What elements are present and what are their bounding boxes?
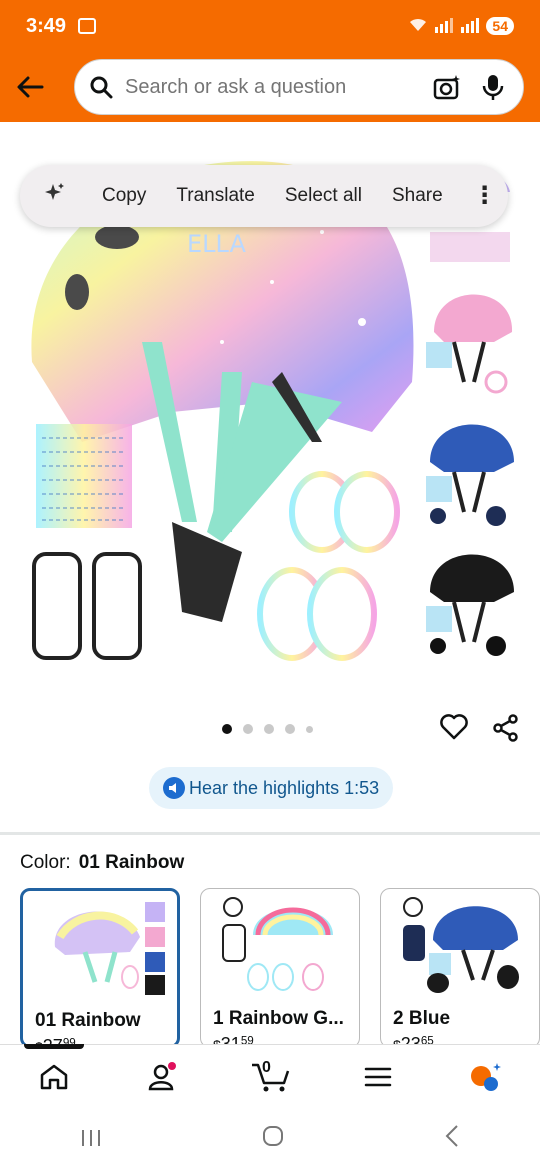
active-tab-indicator — [24, 1044, 84, 1049]
recent-apps-icon — [81, 1129, 100, 1146]
translate-menu-item[interactable]: Translate — [176, 185, 255, 207]
more-options-icon[interactable]: ⋮ — [473, 184, 497, 208]
hear-highlights-button[interactable]: Hear the highlights 1:53 — [149, 767, 394, 809]
hamburger-menu-icon — [364, 1067, 392, 1086]
home-circle-icon — [262, 1125, 283, 1146]
share-menu-item[interactable]: Share — [392, 185, 443, 207]
carousel-dot — [264, 724, 274, 734]
microphone-icon — [482, 75, 504, 100]
camera-lens-button[interactable] — [433, 73, 461, 101]
status-bar: 3:49 54 — [0, 0, 540, 52]
variant-name: 1 Rainbow G... — [213, 1008, 344, 1029]
voice-search-button[interactable] — [479, 73, 507, 101]
thumbnail-pink[interactable] — [424, 282, 516, 402]
back-button[interactable] — [12, 69, 48, 105]
ai-sparkle-icon[interactable] — [44, 182, 66, 210]
wishlist-button[interactable] — [440, 714, 468, 742]
search-icon — [90, 76, 113, 99]
audio-play-icon — [163, 777, 185, 799]
variant-name: 2 Blue — [393, 1008, 451, 1029]
signal-icon-2 — [460, 17, 480, 36]
color-selection-label: Color: 01 Rainbow — [20, 852, 184, 874]
variant-image — [222, 897, 333, 991]
carousel-dot — [222, 724, 232, 734]
search-header — [0, 52, 540, 122]
thumbnail-blue[interactable] — [424, 412, 516, 532]
bottom-navigation: 0 — [0, 1044, 540, 1108]
carousel-dot — [306, 725, 313, 733]
product-thumbnails — [424, 152, 516, 672]
back-arrow-icon — [17, 76, 44, 98]
variant-image — [54, 902, 165, 995]
carousel-dot — [243, 724, 253, 734]
status-icons: 54 — [408, 17, 514, 36]
highlights-label: Hear the highlights 1:53 — [189, 777, 380, 798]
system-back-button[interactable] — [444, 1124, 460, 1155]
nav-cart[interactable]: 0 — [240, 1053, 300, 1101]
system-navigation-bar — [0, 1108, 540, 1170]
account-icon — [148, 1061, 176, 1090]
helmet-name-text: ELLA — [187, 230, 246, 258]
variant-name: 01 Rainbow — [35, 1010, 141, 1031]
camera-icon — [433, 75, 460, 100]
wifi-icon — [408, 17, 428, 36]
thumbnail-black[interactable] — [424, 542, 516, 662]
nav-rufus-assistant[interactable] — [456, 1053, 516, 1101]
home-system-button[interactable] — [261, 1124, 285, 1155]
cart-count-badge: 0 — [262, 1058, 271, 1076]
share-button[interactable] — [492, 714, 520, 742]
assistant-chat-icon — [471, 1062, 501, 1091]
search-box[interactable] — [74, 59, 524, 115]
signal-icon — [434, 17, 454, 36]
section-divider — [0, 832, 540, 835]
heart-icon — [440, 714, 468, 740]
nav-account[interactable] — [132, 1053, 192, 1101]
screenshot-icon — [78, 18, 97, 34]
selected-color-value: 01 Rainbow — [78, 852, 185, 873]
chevron-left-icon — [445, 1124, 459, 1147]
search-input[interactable] — [125, 75, 415, 99]
recent-apps-button[interactable] — [80, 1124, 102, 1155]
variant-image — [403, 897, 519, 993]
text-selection-menu: Copy Translate Select all Share ⋮ — [20, 165, 508, 227]
carousel-indicator — [222, 724, 313, 734]
color-variant-list: 01 Rainbow $2799 1 Rainbow G... $3159 2 … — [20, 888, 540, 1048]
copy-menu-item[interactable]: Copy — [102, 185, 146, 207]
battery-level: 54 — [486, 17, 514, 35]
nav-home[interactable] — [24, 1053, 84, 1101]
nav-menu[interactable] — [348, 1053, 408, 1101]
variant-option-rainbow[interactable]: 01 Rainbow $2799 — [20, 888, 180, 1048]
home-icon — [40, 1064, 68, 1089]
variant-option-rainbow-g[interactable]: 1 Rainbow G... $3159 — [200, 888, 360, 1048]
color-label: Color: — [20, 852, 71, 873]
variant-option-blue[interactable]: 2 Blue $2365 — [380, 888, 540, 1048]
share-icon — [493, 714, 518, 742]
carousel-dot — [285, 724, 295, 734]
status-time: 3:49 — [26, 14, 67, 37]
select-all-menu-item[interactable]: Select all — [285, 185, 362, 207]
